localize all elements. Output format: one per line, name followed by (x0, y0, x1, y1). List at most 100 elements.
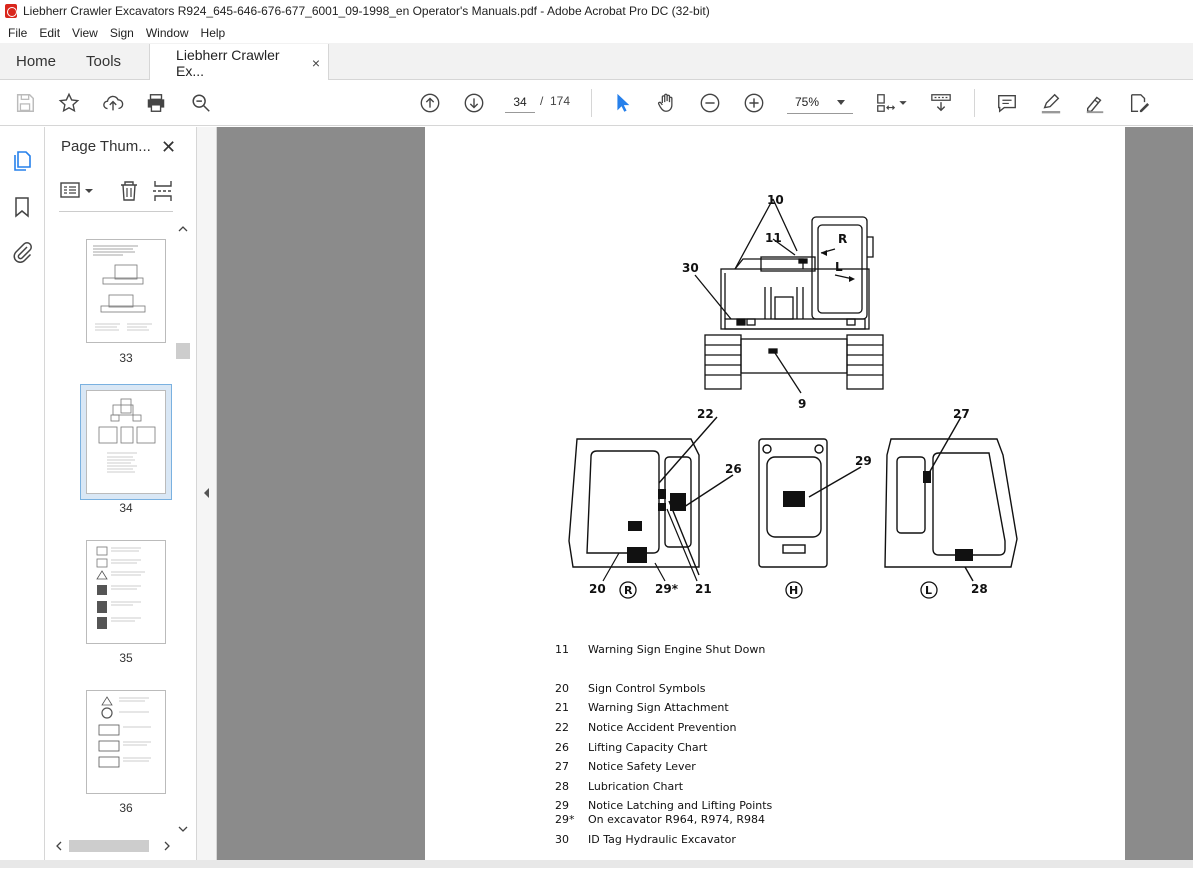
tab-bar: Home Tools Liebherr Crawler Ex... × (0, 43, 1193, 81)
legend-label: Lifting Capacity Chart (588, 741, 708, 754)
next-page-icon[interactable] (462, 91, 486, 115)
tab-document-label: Liebherr Crawler Ex... (176, 46, 280, 79)
legend-number: 26 (555, 741, 569, 754)
panel-close-button[interactable]: ✕ (161, 137, 176, 158)
view-label-l: L (925, 584, 932, 597)
print-icon[interactable] (144, 91, 168, 115)
menu-file[interactable]: File (8, 26, 27, 40)
zoom-select[interactable]: 75% (787, 91, 853, 114)
thumbnail-page-33[interactable] (86, 239, 166, 343)
legend-label: On excavator R964, R974, R984 (588, 813, 766, 826)
menu-view[interactable]: View (72, 26, 98, 40)
legend-number: 30 (555, 833, 569, 846)
legend-label: ID Tag Hydraulic Excavator (588, 833, 736, 846)
extract-pages-icon[interactable] (153, 181, 173, 201)
upload-icon[interactable] (101, 91, 125, 115)
zoom-search-icon[interactable] (189, 91, 213, 115)
document-viewer[interactable]: 10 11 30 9 R L 22 26 20 R 29* 21 29 H 27… (217, 127, 1193, 868)
thumbnail-page-35[interactable] (86, 540, 166, 644)
thumbnail-page-36[interactable] (86, 690, 166, 794)
legend-number: 29 (555, 799, 569, 812)
thumbnail-label: 33 (119, 351, 133, 365)
comment-icon[interactable] (995, 91, 1019, 115)
legend-number: 29* (555, 813, 575, 826)
tab-document[interactable]: Liebherr Crawler Ex... × (149, 44, 330, 81)
view-label-r: R (624, 584, 633, 597)
menu-window[interactable]: Window (146, 26, 189, 40)
zoom-out-icon[interactable] (698, 91, 722, 115)
hand-icon[interactable] (654, 91, 678, 115)
cab-label-l: L (835, 260, 843, 274)
legend-label: Warning Sign Attachment (588, 701, 729, 714)
callout-11: 11 (765, 231, 782, 245)
legend-number: 21 (555, 701, 569, 714)
legend-label: Warning Sign Engine Shut Down (588, 643, 766, 656)
legend-number: 20 (555, 682, 569, 695)
panel-divider (59, 211, 173, 212)
menu-bar: File Edit View Sign Window Help (0, 22, 1193, 43)
toolbar (0, 80, 1193, 126)
legend-number: 22 (555, 721, 569, 734)
callout-22: 22 (697, 407, 714, 421)
zoom-in-icon[interactable] (742, 91, 766, 115)
callout-9: 9 (798, 397, 806, 411)
attachment-icon[interactable] (10, 240, 34, 264)
thumbnail-list: 33 34 35 36 (45, 219, 197, 839)
page-fit-icon[interactable] (874, 91, 898, 115)
callout-26: 26 (725, 462, 742, 476)
menu-sign[interactable]: Sign (110, 26, 134, 40)
callout-28: 28 (971, 582, 988, 596)
left-rail (0, 127, 45, 868)
tab-close-button[interactable]: × (312, 55, 320, 71)
page-fit-dropdown-icon[interactable] (898, 91, 908, 115)
toolbar-separator (974, 89, 975, 117)
scroll-mode-icon[interactable] (929, 91, 953, 115)
page-thumbnails-panel: Page Thum... ✕ 33 34 35 36 (45, 127, 197, 868)
sign-icon[interactable] (1083, 91, 1107, 115)
legend-label: Sign Control Symbols (588, 682, 706, 695)
zoom-value: 75% (795, 95, 820, 109)
highlight-icon[interactable] (1039, 91, 1063, 115)
menu-help[interactable]: Help (201, 26, 226, 40)
thumbnail-scrollbar[interactable] (176, 219, 190, 839)
thumbnail-page-34[interactable] (86, 390, 166, 494)
title-bar: Liebherr Crawler Excavators R924_645-646… (0, 0, 1193, 22)
trash-icon[interactable] (121, 181, 137, 201)
callout-10: 10 (767, 193, 784, 207)
legend-number: 27 (555, 760, 569, 773)
toolbar-separator (591, 89, 592, 117)
legend-label: Notice Latching and Lifting Points (588, 799, 773, 812)
edit-icon[interactable] (1127, 91, 1151, 115)
tab-tools[interactable]: Tools (70, 43, 135, 79)
page-total: 174 (550, 94, 571, 108)
save-icon[interactable] (13, 91, 37, 115)
callout-27: 27 (953, 407, 970, 421)
prev-page-icon[interactable] (418, 91, 442, 115)
window-title: Liebherr Crawler Excavators R924_645-646… (23, 4, 710, 18)
pdf-page: 10 11 30 9 R L 22 26 20 R 29* 21 29 H 27… (425, 127, 1125, 868)
page-number-input[interactable]: 34 (505, 91, 535, 113)
legend-number: 11 (555, 643, 569, 656)
legend-label: Notice Accident Prevention (588, 721, 737, 734)
star-icon[interactable] (57, 91, 81, 115)
page-separator: / (540, 94, 544, 108)
status-strip (0, 860, 1193, 868)
tab-home[interactable]: Home (0, 43, 70, 79)
acrobat-logo-icon (5, 4, 17, 18)
legend-label: Lubrication Chart (588, 780, 684, 793)
select-cursor-icon[interactable] (610, 91, 634, 115)
scrollbar-thumb[interactable] (176, 343, 190, 359)
thumbnail-label: 36 (119, 801, 133, 815)
thumbnail-horizontal-scrollbar[interactable] (53, 838, 173, 854)
bookmark-icon[interactable] (10, 195, 34, 219)
callout-29: 29 (855, 454, 872, 468)
chevron-down-icon (837, 100, 845, 105)
thumbnail-label: 34 (119, 501, 133, 515)
thumbnail-options-icon[interactable] (60, 182, 93, 198)
callout-30: 30 (682, 261, 699, 275)
page-thumbnails-icon[interactable] (10, 148, 34, 172)
scrollbar-thumb[interactable] (69, 840, 149, 852)
menu-edit[interactable]: Edit (39, 26, 60, 40)
panel-collapse-handle[interactable] (197, 127, 217, 868)
excavator-decal-diagram: 10 11 30 9 R L 22 26 20 R 29* 21 29 H 27… (568, 193, 1018, 599)
